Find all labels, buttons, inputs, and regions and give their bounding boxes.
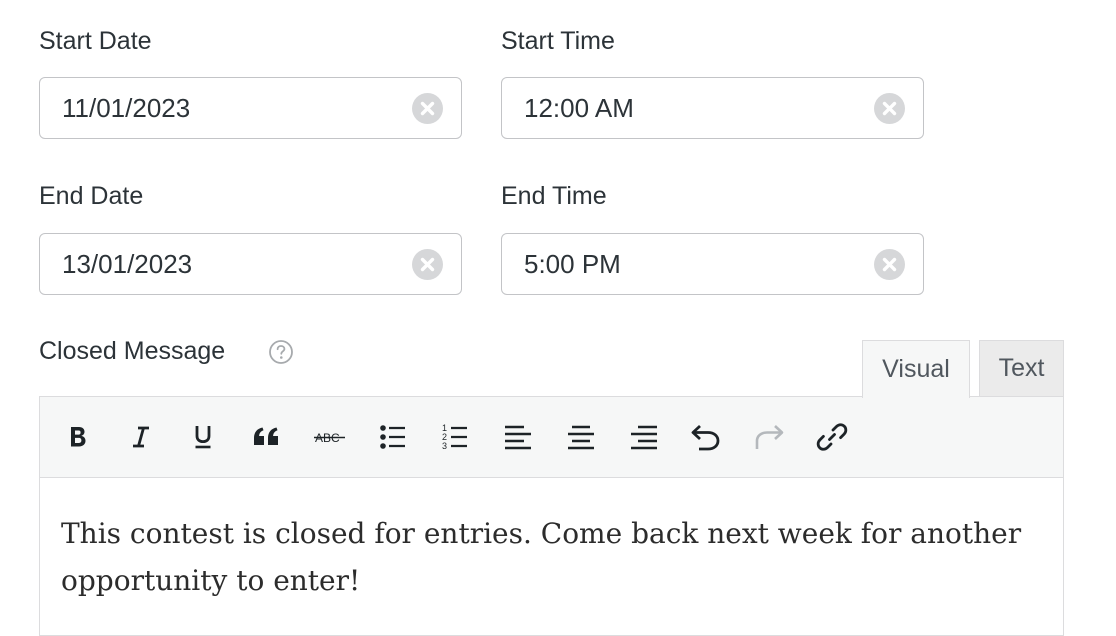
align-left-icon[interactable] — [498, 417, 538, 457]
underline-icon[interactable] — [183, 417, 223, 457]
start-time-input[interactable] — [502, 78, 862, 138]
clear-icon[interactable] — [412, 92, 443, 124]
link-icon[interactable] — [812, 417, 852, 457]
end-date-input[interactable] — [40, 234, 400, 294]
undo-icon[interactable] — [686, 417, 726, 457]
closed-message-label: Closed Message — [39, 337, 226, 365]
align-center-icon[interactable] — [561, 417, 601, 457]
strikethrough-icon[interactable]: ABC — [310, 417, 350, 457]
end-time-field[interactable] — [501, 233, 924, 295]
clear-icon[interactable] — [874, 248, 905, 280]
editor-toolbar: ABC 123 — [40, 397, 1063, 478]
svg-text:3: 3 — [442, 441, 447, 451]
clear-icon[interactable] — [874, 92, 905, 124]
tab-visual[interactable]: Visual — [862, 340, 970, 398]
end-time-input[interactable] — [502, 234, 862, 294]
italic-icon[interactable] — [121, 417, 161, 457]
start-date-field[interactable] — [39, 77, 462, 139]
start-time-field[interactable] — [501, 77, 924, 139]
start-time-label: Start Time — [501, 27, 615, 55]
closed-message-editor[interactable]: ABC 123 This contest is closed for entri… — [39, 396, 1064, 636]
align-right-icon[interactable] — [624, 417, 664, 457]
bold-icon[interactable] — [58, 417, 98, 457]
blockquote-icon[interactable] — [247, 417, 287, 457]
tab-text[interactable]: Text — [979, 340, 1064, 397]
end-date-field[interactable] — [39, 233, 462, 295]
start-date-label: Start Date — [39, 27, 152, 55]
bulleted-list-icon[interactable] — [373, 417, 413, 457]
help-icon[interactable] — [268, 339, 294, 365]
end-date-label: End Date — [39, 182, 144, 210]
end-time-label: End Time — [501, 182, 607, 210]
closed-message-content[interactable]: This contest is closed for entries. Come… — [61, 510, 1023, 604]
redo-icon[interactable] — [749, 417, 789, 457]
clear-icon[interactable] — [412, 248, 443, 280]
numbered-list-icon[interactable]: 123 — [435, 417, 475, 457]
start-date-input[interactable] — [40, 78, 400, 138]
